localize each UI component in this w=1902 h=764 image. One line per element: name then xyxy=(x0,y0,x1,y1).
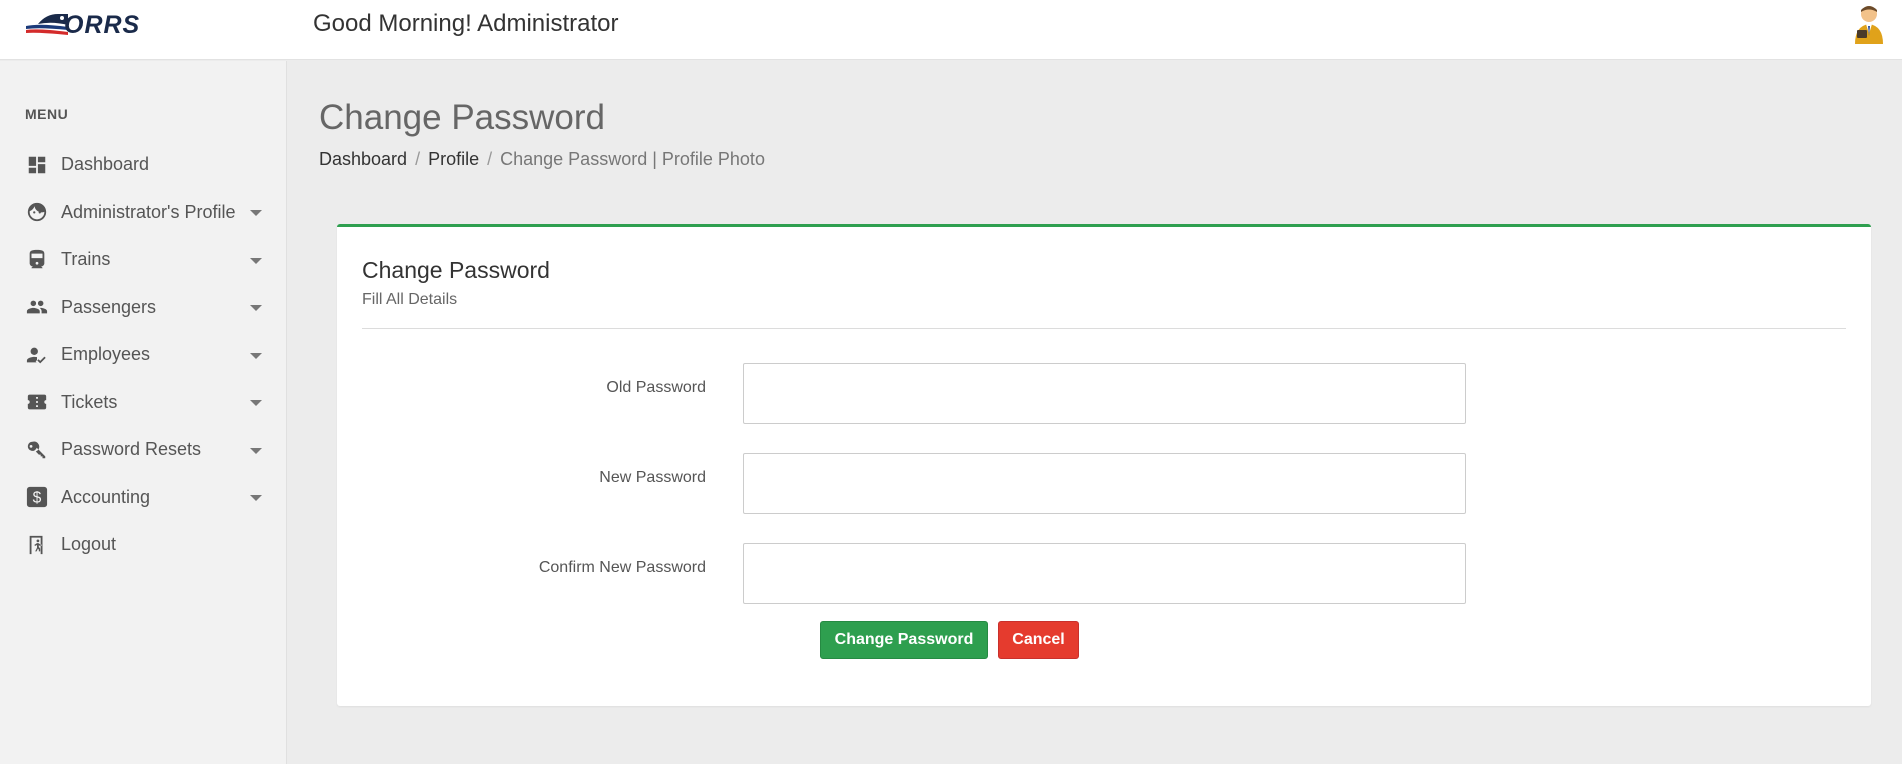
old-password-input[interactable] xyxy=(743,363,1466,424)
sidebar-item-employees[interactable]: Employees xyxy=(0,331,287,379)
confirm-password-label: Confirm New Password xyxy=(538,559,706,576)
sidebar-item-label: Passengers xyxy=(61,296,157,317)
old-password-label: Old Password xyxy=(606,379,706,396)
menu-heading: MENU xyxy=(25,106,69,122)
sidebar-item-label: Tickets xyxy=(61,391,118,412)
page-title: Change Password xyxy=(319,98,605,137)
greeting-text: Good Morning! Administrator xyxy=(313,10,619,37)
breadcrumb: Dashboard / Profile / Change Password | … xyxy=(319,149,765,170)
chevron-down-icon xyxy=(250,352,262,359)
sidebar-item-password-resets[interactable]: Password Resets xyxy=(0,426,287,474)
breadcrumb-dashboard[interactable]: Dashboard xyxy=(319,149,407,170)
face-icon xyxy=(25,200,49,224)
confirm-password-input[interactable] xyxy=(743,543,1466,604)
cancel-button[interactable]: Cancel xyxy=(998,621,1079,659)
new-password-label: New Password xyxy=(599,469,706,486)
breadcrumb-separator: / xyxy=(415,149,421,169)
sidebar-item-accounting[interactable]: $ Accounting xyxy=(0,474,287,522)
sidebar-item-administrators-profile[interactable]: Administrator's Profile xyxy=(0,189,287,237)
new-password-input[interactable] xyxy=(743,453,1466,514)
change-password-card: Change Password Fill All Details Old Pas… xyxy=(337,224,1871,706)
sidebar-item-label: Accounting xyxy=(61,486,151,507)
chevron-down-icon xyxy=(250,447,262,454)
exit-icon xyxy=(25,533,49,557)
logo-text: ORRS xyxy=(64,11,141,39)
sidebar-item-label: Logout xyxy=(61,534,117,555)
chevron-down-icon xyxy=(250,257,262,264)
chevron-down-icon xyxy=(250,400,262,407)
breadcrumb-profile[interactable]: Profile xyxy=(428,149,479,170)
sidebar-item-tickets[interactable]: Tickets xyxy=(0,379,287,427)
chevron-down-icon xyxy=(250,495,262,502)
key-icon xyxy=(25,438,49,462)
top-bar: ORRS Good Morning! Administrator xyxy=(0,0,1902,60)
chevron-down-icon xyxy=(250,210,262,217)
sidebar-item-label: Password Resets xyxy=(61,439,202,460)
employee-check-icon xyxy=(25,343,49,367)
sidebar-item-passengers[interactable]: Passengers xyxy=(0,284,287,332)
sidebar: MENU Dashboard Administrator's Profile T… xyxy=(0,61,287,764)
change-password-button[interactable]: Change Password xyxy=(820,621,988,659)
user-avatar-icon[interactable] xyxy=(1851,2,1887,44)
card-subtitle: Fill All Details xyxy=(362,291,458,308)
sidebar-item-label: Administrator's Profile xyxy=(61,201,236,222)
app-logo[interactable]: ORRS xyxy=(24,8,164,42)
dollar-icon: $ xyxy=(25,485,49,509)
card-title: Change Password xyxy=(362,257,550,283)
card-divider xyxy=(362,328,1846,329)
ticket-icon xyxy=(25,390,49,414)
breadcrumb-current: Change Password | Profile Photo xyxy=(500,149,765,169)
sidebar-nav: Dashboard Administrator's Profile Trains… xyxy=(0,141,287,569)
chevron-down-icon xyxy=(250,305,262,312)
breadcrumb-separator: / xyxy=(487,149,493,169)
sidebar-item-logout[interactable]: Logout xyxy=(0,521,287,569)
svg-text:$: $ xyxy=(33,490,42,507)
train-icon xyxy=(25,248,49,272)
sidebar-item-label: Dashboard xyxy=(61,154,150,175)
people-icon xyxy=(25,295,49,319)
sidebar-item-trains[interactable]: Trains xyxy=(0,236,287,284)
dashboard-icon xyxy=(25,153,49,177)
sidebar-item-label: Trains xyxy=(61,249,111,270)
sidebar-item-label: Employees xyxy=(61,344,151,365)
sidebar-item-dashboard[interactable]: Dashboard xyxy=(0,141,287,189)
